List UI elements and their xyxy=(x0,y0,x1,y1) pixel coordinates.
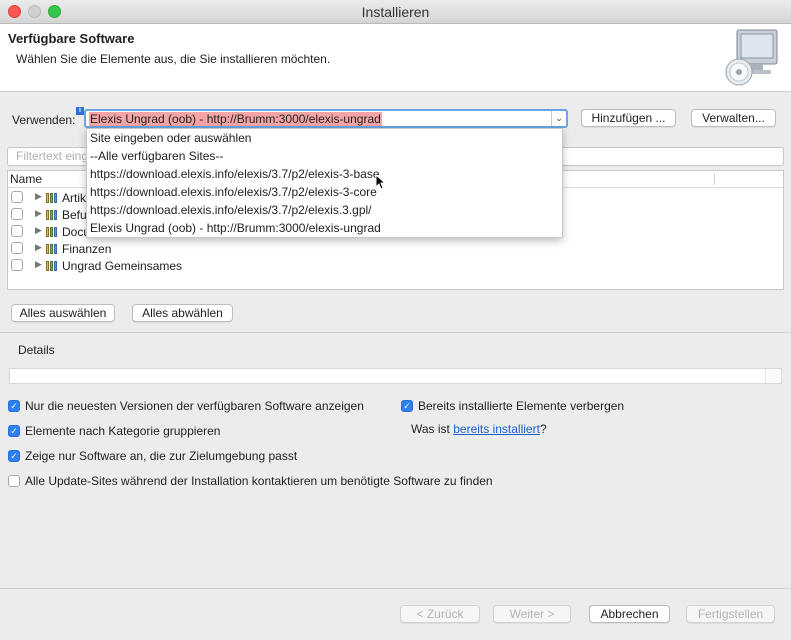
site-combo-value: Elexis Ungrad (oob) - http://Brumm:3000/… xyxy=(89,112,382,126)
expand-arrow-icon[interactable]: ▶ xyxy=(35,208,42,219)
column-separator[interactable] xyxy=(714,174,715,185)
expand-arrow-icon[interactable]: ▶ xyxy=(35,259,42,270)
latest-only-checkbox[interactable]: ✓ xyxy=(8,400,20,412)
tree-row-label: Artik xyxy=(62,191,86,205)
row-checkbox[interactable] xyxy=(11,208,23,220)
expand-arrow-icon[interactable]: ▶ xyxy=(35,225,42,236)
what-installed-prefix: Was ist xyxy=(411,422,454,436)
info-icon: i xyxy=(76,107,84,115)
back-button[interactable]: < Zurück xyxy=(400,605,480,623)
contact-all-sites-checkbox[interactable] xyxy=(8,475,20,487)
dropdown-item[interactable]: --Alle verfügbaren Sites-- xyxy=(87,147,562,165)
title-bar: Installieren xyxy=(0,0,791,24)
hide-installed-checkbox[interactable]: ✓ xyxy=(401,400,413,412)
select-all-button[interactable]: Alles auswählen xyxy=(11,304,115,322)
row-checkbox[interactable] xyxy=(11,242,23,254)
cancel-button[interactable]: Abbrechen xyxy=(589,605,670,623)
tree-row-label: Befu xyxy=(62,208,87,222)
minimize-window-button[interactable] xyxy=(28,5,41,18)
site-label: Verwenden: xyxy=(12,113,76,127)
row-checkbox[interactable] xyxy=(11,225,23,237)
manage-sites-button[interactable]: Verwalten... xyxy=(691,109,776,127)
expand-arrow-icon[interactable]: ▶ xyxy=(35,191,42,202)
close-window-button[interactable] xyxy=(8,5,21,18)
divider xyxy=(0,332,791,333)
category-icon xyxy=(46,260,60,271)
monitor-cd-icon xyxy=(725,29,778,86)
window-title: Installieren xyxy=(361,4,430,20)
column-header-name[interactable]: Name xyxy=(10,172,42,186)
target-env-only-checkbox[interactable]: ✓ xyxy=(8,450,20,462)
mouse-cursor-icon xyxy=(375,174,387,190)
row-checkbox[interactable] xyxy=(11,259,23,271)
group-by-category-checkbox[interactable]: ✓ xyxy=(8,425,20,437)
finish-button[interactable]: Fertigstellen xyxy=(686,605,775,623)
details-text-area[interactable] xyxy=(9,368,782,384)
next-button[interactable]: Weiter > xyxy=(493,605,571,623)
category-icon xyxy=(46,192,60,203)
page-title: Verfügbare Software xyxy=(8,31,135,46)
what-installed-text: Was ist bereits installiert? xyxy=(411,422,547,436)
row-checkbox[interactable] xyxy=(11,191,23,203)
category-icon xyxy=(46,209,60,220)
zoom-window-button[interactable] xyxy=(48,5,61,18)
dropdown-item[interactable]: https://download.elexis.info/elexis/3.7/… xyxy=(87,165,562,183)
tree-row-label: Finanzen xyxy=(62,242,112,256)
target-env-only-label: Zeige nur Software an, die zur Zielumgeb… xyxy=(25,449,298,463)
footer-divider xyxy=(0,588,791,589)
details-label: Details xyxy=(18,343,55,357)
deselect-all-button[interactable]: Alles abwählen xyxy=(132,304,233,322)
details-scrollbar[interactable] xyxy=(765,369,781,383)
site-dropdown-list: Site eingeben oder auswählen --Alle verf… xyxy=(86,128,563,238)
tree-row[interactable]: ▶ Ungrad Gemeinsames xyxy=(8,257,783,274)
contact-all-sites-label: Alle Update-Sites während der Installati… xyxy=(25,474,493,488)
already-installed-link[interactable]: bereits installiert xyxy=(453,422,540,436)
page-description: Wählen Sie die Elemente aus, die Sie ins… xyxy=(16,52,331,66)
chevron-down-icon[interactable]: ⌄ xyxy=(551,111,566,126)
latest-only-label: Nur die neuesten Versionen der verfügbar… xyxy=(25,399,364,413)
hide-installed-label: Bereits installierte Elemente verbergen xyxy=(418,399,625,413)
wizard-header: Verfügbare Software Wählen Sie die Eleme… xyxy=(0,24,791,92)
category-icon xyxy=(46,243,60,254)
site-combo[interactable]: Elexis Ungrad (oob) - http://Brumm:3000/… xyxy=(84,109,568,128)
expand-arrow-icon[interactable]: ▶ xyxy=(35,242,42,253)
category-icon xyxy=(46,226,60,237)
add-site-button[interactable]: Hinzufügen ... xyxy=(581,109,676,127)
dropdown-item[interactable]: Site eingeben oder auswählen xyxy=(87,129,562,147)
dropdown-item[interactable]: https://download.elexis.info/elexis/3.7/… xyxy=(87,201,562,219)
dropdown-item[interactable]: Elexis Ungrad (oob) - http://Brumm:3000/… xyxy=(87,219,562,237)
group-by-category-label: Elemente nach Kategorie gruppieren xyxy=(25,424,221,438)
dropdown-item[interactable]: https://download.elexis.info/elexis/3.7/… xyxy=(87,183,562,201)
what-installed-suffix: ? xyxy=(539,422,547,436)
tree-row[interactable]: ▶ Finanzen xyxy=(8,240,783,257)
tree-row-label: Ungrad Gemeinsames xyxy=(62,259,183,273)
